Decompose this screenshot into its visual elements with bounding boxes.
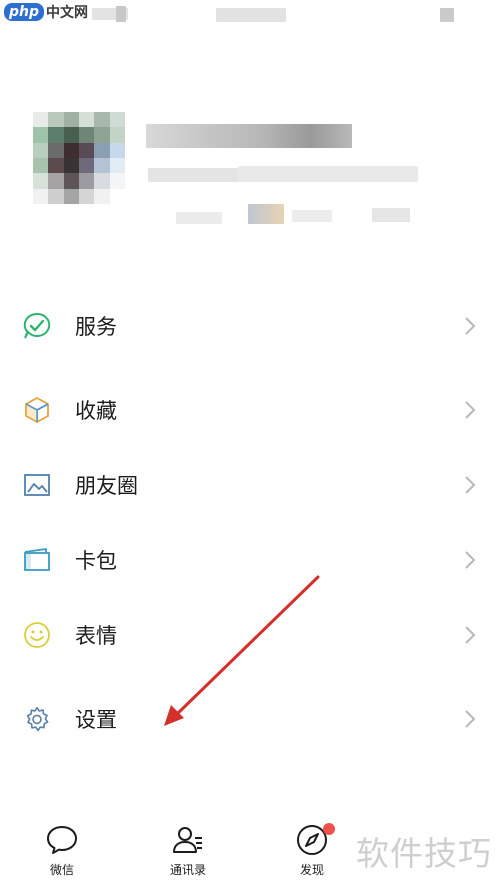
tab-contacts[interactable]: 通讯录 bbox=[143, 823, 233, 889]
menu-label: 朋友圈 bbox=[75, 474, 138, 498]
profile-name-blur bbox=[146, 124, 352, 148]
profile-status-blur bbox=[176, 212, 222, 224]
menu-item-stickers[interactable]: 表情 bbox=[0, 603, 500, 667]
profile-id-blur bbox=[148, 168, 238, 182]
menu-item-settings[interactable]: 设置 bbox=[0, 687, 500, 751]
profile-status-blur bbox=[248, 204, 284, 224]
status-blur bbox=[116, 6, 126, 22]
php-watermark-logo: php 中文网 bbox=[4, 2, 88, 22]
tab-label: 通讯录 bbox=[169, 863, 206, 877]
chevron-right-icon bbox=[465, 476, 476, 494]
service-icon bbox=[23, 312, 51, 339]
notification-badge bbox=[323, 823, 335, 835]
avatar[interactable] bbox=[33, 112, 125, 204]
profile-id-blur bbox=[238, 166, 418, 182]
tab-chats[interactable]: 微信 bbox=[17, 823, 107, 889]
contacts-icon bbox=[173, 827, 202, 853]
settings-icon bbox=[26, 707, 49, 732]
chevron-right-icon bbox=[465, 626, 476, 644]
menu-label: 服务 bbox=[75, 315, 117, 339]
corner-watermark: 软件技巧 bbox=[356, 834, 492, 873]
menu-item-card-wallet[interactable]: 卡包 bbox=[0, 528, 500, 592]
menu-label: 设置 bbox=[75, 708, 117, 732]
moments-icon bbox=[24, 474, 50, 496]
favorites-icon bbox=[25, 397, 49, 423]
profile-header[interactable] bbox=[0, 100, 500, 250]
menu-label: 表情 bbox=[75, 624, 117, 648]
status-bar: php 中文网 bbox=[0, 0, 500, 34]
sticker-icon bbox=[24, 622, 50, 648]
chevron-right-icon bbox=[465, 317, 476, 335]
chat-icon bbox=[47, 826, 77, 854]
menu-item-moments[interactable]: 朋友圈 bbox=[0, 453, 500, 517]
watermark-text: 中文网 bbox=[46, 5, 89, 21]
menu-item-favorites[interactable]: 收藏 bbox=[0, 378, 500, 442]
tab-label: 发现 bbox=[299, 863, 324, 877]
card-wallet-icon bbox=[24, 548, 50, 571]
menu-label: 收藏 bbox=[75, 399, 117, 423]
chevron-right-icon bbox=[465, 551, 476, 569]
profile-status-blur bbox=[292, 210, 332, 222]
status-blur bbox=[440, 8, 454, 22]
status-blur bbox=[216, 8, 286, 22]
tab-discover[interactable]: 发现 bbox=[267, 823, 357, 889]
watermark-brand: php bbox=[4, 3, 45, 21]
menu-item-service[interactable]: 服务 bbox=[0, 294, 500, 358]
chevron-right-icon bbox=[465, 710, 476, 728]
menu-label: 卡包 bbox=[75, 549, 117, 573]
chevron-right-icon bbox=[465, 401, 476, 419]
profile-status-blur bbox=[372, 208, 410, 222]
tab-label: 微信 bbox=[49, 863, 74, 877]
